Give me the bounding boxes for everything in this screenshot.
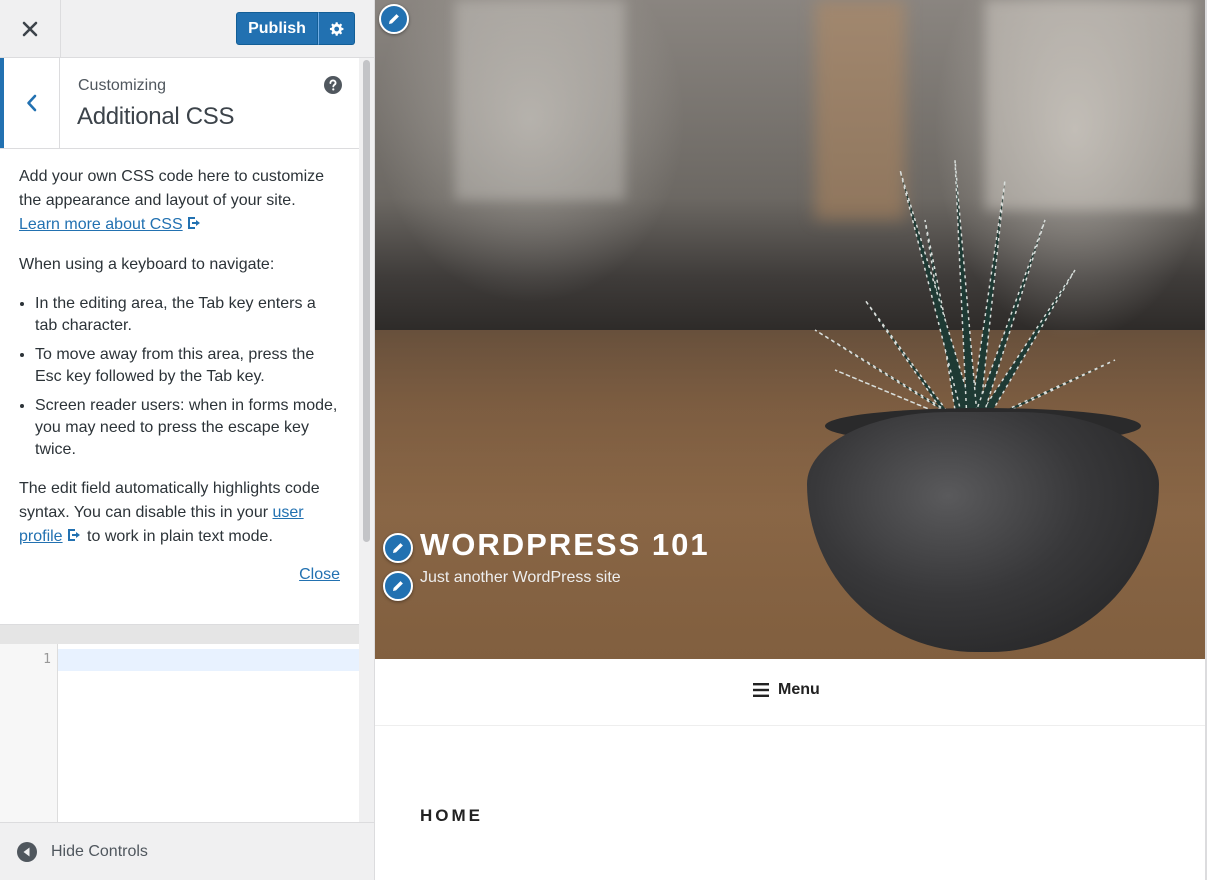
sidebar-scrollbar[interactable] bbox=[363, 60, 370, 542]
pencil-icon bbox=[393, 543, 403, 553]
publish-control-group: Publish bbox=[236, 12, 355, 45]
pencil-icon bbox=[393, 581, 403, 591]
back-button[interactable] bbox=[0, 58, 60, 148]
description-intro: Add your own CSS code here to customize … bbox=[19, 165, 340, 237]
list-item: To move away from this area, press the E… bbox=[35, 344, 340, 388]
customizer-sidebar: Publish Customizing Additional CSS Add y… bbox=[0, 0, 375, 880]
chevron-left-icon bbox=[26, 94, 36, 112]
navigation-bar: Menu bbox=[375, 659, 1205, 726]
site-title[interactable]: WordPress 101 bbox=[420, 527, 710, 563]
section-header: Customizing Additional CSS bbox=[0, 58, 359, 149]
close-description-link[interactable]: Close bbox=[299, 566, 340, 583]
menu-toggle-button[interactable]: Menu bbox=[753, 681, 820, 699]
section-description: Add your own CSS code here to customize … bbox=[0, 149, 359, 624]
help-icon[interactable] bbox=[324, 76, 342, 94]
intro-text: Add your own CSS code here to customize … bbox=[19, 168, 325, 209]
site-tagline: Just another WordPress site bbox=[420, 569, 621, 586]
header-image: WordPress 101 Just another WordPress sit… bbox=[375, 0, 1205, 659]
publish-button[interactable]: Publish bbox=[236, 12, 318, 45]
external-link-icon bbox=[67, 529, 80, 541]
editor-divider bbox=[0, 624, 359, 645]
hide-controls-label: Hide Controls bbox=[51, 843, 148, 860]
line-number-gutter: 1 bbox=[0, 644, 58, 822]
hide-controls-button[interactable]: Hide Controls bbox=[0, 822, 374, 880]
publish-settings-button[interactable] bbox=[318, 12, 355, 45]
list-item: Screen reader users: when in forms mode,… bbox=[35, 395, 340, 461]
site-preview: WordPress 101 Just another WordPress sit… bbox=[375, 0, 1205, 880]
succulent-plant-image bbox=[814, 160, 1116, 424]
syntax-text-after: to work in plain text mode. bbox=[87, 528, 273, 545]
menu-label: Menu bbox=[778, 681, 820, 698]
customizer-header: Publish bbox=[0, 0, 374, 58]
list-item: In the editing area, the Tab key enters … bbox=[35, 293, 340, 337]
close-customizer-button[interactable] bbox=[0, 0, 61, 57]
line-number: 1 bbox=[43, 652, 51, 667]
edit-header-image-button[interactable] bbox=[379, 4, 409, 34]
hamburger-icon bbox=[753, 683, 769, 697]
gear-icon bbox=[329, 21, 343, 36]
edit-tagline-button[interactable] bbox=[383, 571, 413, 601]
breadcrumb: Customizing bbox=[78, 77, 167, 94]
keyboard-heading: When using a keyboard to navigate: bbox=[19, 256, 275, 273]
close-icon bbox=[22, 21, 38, 36]
keyboard-tips-list: In the editing area, the Tab key enters … bbox=[19, 293, 340, 461]
collapse-arrow-icon bbox=[17, 842, 37, 862]
active-code-line[interactable] bbox=[58, 649, 359, 671]
background-window bbox=[455, 0, 625, 200]
learn-more-css-link[interactable]: Learn more about CSS bbox=[19, 216, 183, 233]
section-title: Additional CSS bbox=[77, 103, 235, 130]
external-link-icon bbox=[187, 217, 200, 229]
css-code-editor[interactable]: 1 bbox=[0, 644, 359, 822]
edit-site-title-button[interactable] bbox=[383, 533, 413, 563]
pencil-icon bbox=[389, 14, 399, 24]
syntax-note: The edit field automatically highlights … bbox=[19, 477, 340, 549]
page-heading: HOME bbox=[420, 806, 483, 825]
